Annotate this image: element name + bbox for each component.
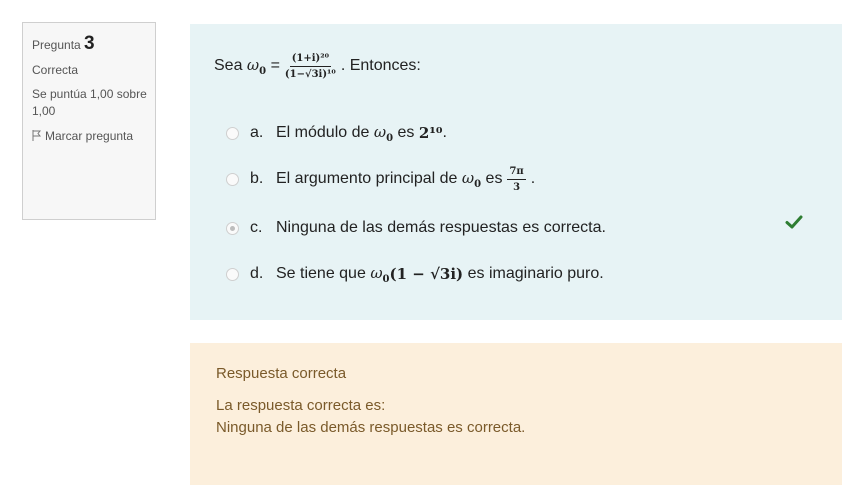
question-fraction: (1+i)²⁰ (1−√3i)¹⁰ bbox=[284, 52, 336, 80]
question-info-panel: Pregunta 3 Correcta Se puntúa 1,00 sobre… bbox=[22, 22, 156, 220]
question-box: Sea ω0 = (1+i)²⁰ (1−√3i)¹⁰ . Entonces: a… bbox=[190, 24, 842, 320]
question-prompt: Sea ω0 = (1+i)²⁰ (1−√3i)¹⁰ . Entonces: bbox=[214, 52, 421, 80]
feedback-box: Respuesta correcta La respuesta correcta… bbox=[190, 343, 842, 485]
check-icon bbox=[785, 215, 803, 229]
question-number: Pregunta 3 bbox=[32, 33, 95, 54]
flag-icon bbox=[32, 130, 42, 141]
option-b[interactable]: b. El argumento principal de ω0 es 7π 3 … bbox=[226, 165, 535, 193]
flag-question-link[interactable]: Marcar pregunta bbox=[32, 128, 155, 145]
option-d[interactable]: d. Se tiene que ω0 (1 − √3i) es imaginar… bbox=[226, 261, 604, 287]
radio-b[interactable] bbox=[226, 172, 239, 186]
feedback-intro: La respuesta correcta es: bbox=[216, 397, 386, 414]
omega-symbol: ω0 bbox=[246, 55, 267, 77]
feedback-answer: Ninguna de las demás respuestas es corre… bbox=[216, 419, 526, 436]
radio-c[interactable] bbox=[226, 221, 239, 235]
radio-a[interactable] bbox=[226, 126, 239, 140]
option-b-fraction: 7π 3 bbox=[507, 165, 526, 193]
feedback-title: Respuesta correcta bbox=[216, 365, 347, 382]
option-c[interactable]: c. Ninguna de las demás respuestas es co… bbox=[226, 215, 606, 241]
option-a[interactable]: a. El módulo de ω0 es 2¹⁰ . bbox=[226, 120, 447, 146]
question-status: Correcta bbox=[32, 63, 79, 77]
question-score: Se puntúa 1,00 sobre 1,00 bbox=[32, 87, 147, 118]
radio-d[interactable] bbox=[226, 267, 239, 281]
